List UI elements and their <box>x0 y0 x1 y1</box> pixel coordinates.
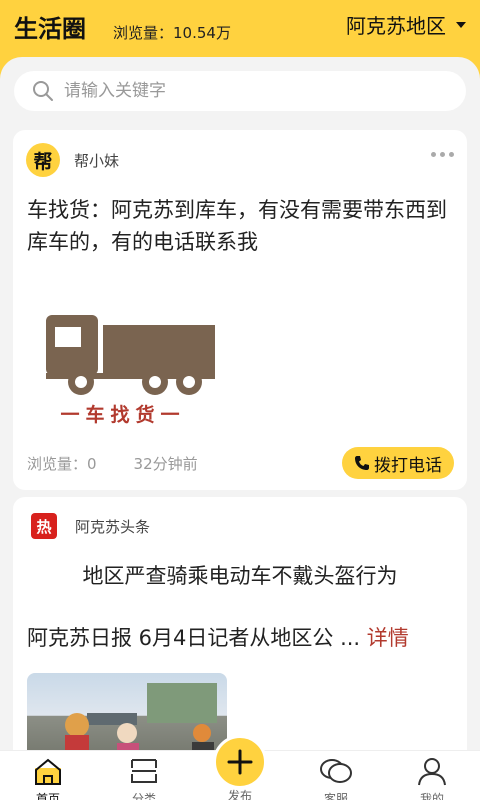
post-meta: 浏览量：0 32分钟前 <box>27 453 198 474</box>
tab-category[interactable]: 分类 <box>114 756 174 800</box>
more-options-icon[interactable] <box>431 152 454 157</box>
publish-button[interactable] <box>213 735 267 789</box>
tab-label: 客服 <box>323 792 348 800</box>
category-icon <box>131 759 157 783</box>
tab-profile[interactable]: 我的 <box>402 756 462 800</box>
page-title: 生活圈 <box>14 15 86 43</box>
chevron-down-icon <box>456 21 466 28</box>
news-headline: 地区严查骑乘电动车不戴头盔行为 <box>82 564 398 588</box>
detail-link[interactable]: 详情 <box>367 626 409 650</box>
post-author[interactable]: 帮 帮小妹 <box>26 143 119 177</box>
plus-icon <box>227 749 253 775</box>
user-icon <box>418 758 446 786</box>
author-name: 阿克苏头条 <box>75 517 151 536</box>
news-excerpt: 阿克苏日报 6月4日记者从地区公 ... 详情 <box>27 622 409 652</box>
avatar: 热 <box>31 513 57 539</box>
call-button[interactable]: 拨打电话 <box>342 447 454 479</box>
tab-service[interactable]: 客服 <box>306 756 366 800</box>
post-time: 32分钟前 <box>133 455 198 473</box>
phone-icon <box>355 456 369 470</box>
total-views: 浏览量：10.54万 <box>113 24 231 42</box>
chat-icon <box>320 759 352 783</box>
call-label: 拨打电话 <box>374 455 442 476</box>
post-card[interactable]: 帮 帮小妹 车找货：阿克苏到库车，有没有需要带东西到库车的，有的电话联系我 一车… <box>13 130 467 490</box>
tab-home[interactable]: 首页 <box>18 756 78 800</box>
avatar: 帮 <box>26 143 60 177</box>
tab-label: 我的 <box>419 792 444 800</box>
search-icon <box>33 81 53 101</box>
home-icon <box>35 758 61 785</box>
tab-label: 分类 <box>131 792 156 800</box>
post-text: 车找货：阿克苏到库车，有没有需要带东西到库车的，有的电话联系我 <box>27 198 447 254</box>
tab-label: 首页 <box>35 792 60 800</box>
image-caption: 一车找货一 <box>60 404 186 426</box>
author-name: 帮小妹 <box>74 151 120 170</box>
region-selector[interactable]: 阿克苏地区 <box>346 10 466 39</box>
search-input[interactable] <box>64 81 424 101</box>
excerpt-text: 阿克苏日报 6月4日记者从地区公 ... <box>27 626 361 650</box>
news-card[interactable]: 热 阿克苏头条 地区严查骑乘电动车不戴头盔行为 阿克苏日报 6月4日记者从地区公… <box>13 497 467 767</box>
region-label: 阿克苏地区 <box>346 14 446 38</box>
post-author[interactable]: 热 阿克苏头条 <box>31 513 150 539</box>
view-count: 浏览量：0 <box>27 455 97 473</box>
search-bar[interactable] <box>14 71 466 111</box>
